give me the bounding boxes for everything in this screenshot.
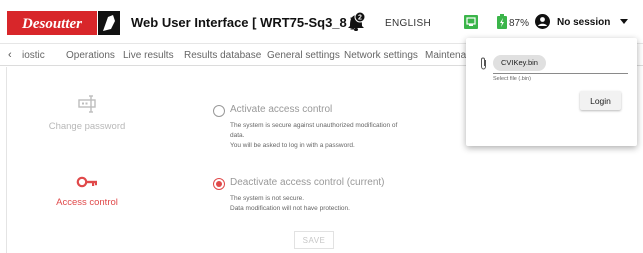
sidebar-item-label: Change password [48, 121, 126, 132]
option-description-line: data. [230, 132, 245, 139]
network-status-icon [464, 15, 478, 29]
tab-diagnostic[interactable]: iostic [22, 50, 45, 61]
attachment-icon[interactable] [479, 57, 488, 70]
radio-deactivate[interactable] [213, 178, 225, 190]
tab-live-results[interactable]: Live results [123, 50, 174, 61]
option-description-line: The system is secure against unauthorize… [230, 122, 398, 129]
option-description-line: You will be asked to log in with a passw… [230, 142, 355, 149]
login-popup: CVIKey.bin Select file (.bin) Login [466, 38, 637, 146]
notification-bell-icon[interactable]: 2 [346, 11, 366, 33]
option-description-line: Data modification will not have protecti… [230, 205, 350, 212]
sidebar-item-access-control[interactable]: Access control [7, 175, 167, 208]
save-button[interactable]: SAVE [294, 231, 334, 249]
option-description: The system is not secure. Data modificat… [230, 194, 430, 214]
session-dropdown-icon[interactable] [620, 19, 628, 25]
key-icon [76, 176, 97, 188]
svg-text:Desoutter: Desoutter [21, 16, 82, 32]
tab-network-settings[interactable]: Network settings [344, 50, 418, 61]
account-icon[interactable] [535, 14, 550, 29]
battery-percentage: 87% [509, 18, 530, 29]
file-input-hint: Select file (.bin) [493, 76, 531, 82]
tab-general-settings[interactable]: General settings [267, 50, 340, 61]
sidebar-item-change-password[interactable]: Change password [7, 95, 167, 132]
app-title: Web User Interface [ WRT75-Sq3_8 ] [131, 15, 355, 30]
selected-file-chip[interactable]: CVIKey.bin [493, 55, 546, 71]
option-description-line: The system is not secure. [230, 195, 305, 202]
radio-activate[interactable] [213, 105, 225, 117]
tab-operations[interactable]: Operations [66, 50, 115, 61]
option-description: The system is secure against unauthorize… [230, 121, 430, 151]
notification-count: 2 [358, 15, 362, 22]
sidebar-item-label: Access control [56, 197, 118, 208]
battery-icon [497, 14, 507, 29]
language-selector[interactable]: ENGLISH [385, 18, 431, 29]
option-title: Activate access control [230, 104, 333, 115]
option-title: Deactivate access control (current) [230, 177, 385, 188]
tab-results-database[interactable]: Results database [184, 50, 261, 61]
session-status: No session [557, 17, 611, 28]
password-field-icon [78, 95, 96, 113]
login-button[interactable]: Login [580, 91, 621, 110]
file-input-underline [493, 73, 628, 74]
tabs-scroll-left-icon[interactable]: ‹ [8, 49, 12, 61]
desoutter-logo: Desoutter [7, 11, 120, 35]
